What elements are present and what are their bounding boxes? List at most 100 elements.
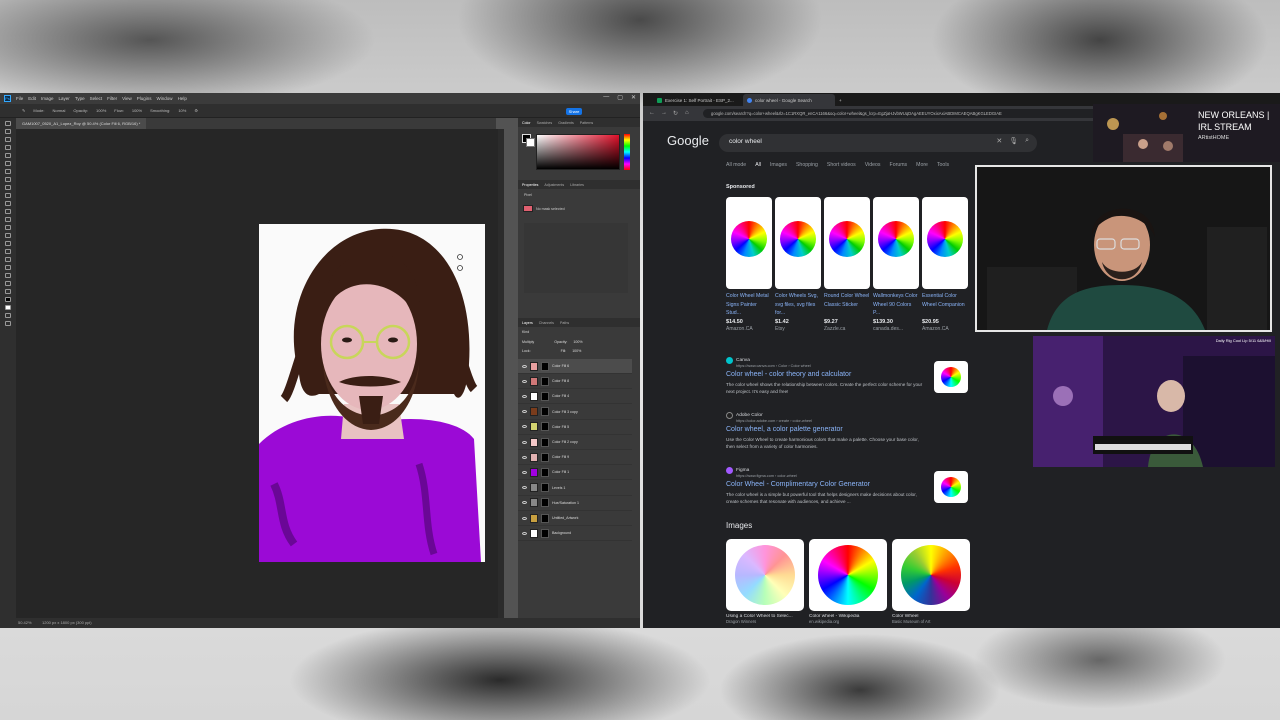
filter-forums[interactable]: Forums xyxy=(890,162,908,168)
layer-row[interactable]: Color Fill 2 copy xyxy=(518,435,632,450)
product-card[interactable]: Essential Color Wheel Companion $20.95 Ama… xyxy=(922,197,968,333)
url-input[interactable]: google.com/search?q=color+wheel&rlz=1C1R… xyxy=(703,109,1103,118)
result-title-link[interactable]: Color Wheel - Complimentary Color Genera… xyxy=(726,481,926,488)
layer-mask-thumbnail[interactable] xyxy=(541,498,549,508)
menu-window[interactable]: Window xyxy=(157,96,173,101)
menu-plugins[interactable]: Plugins xyxy=(137,96,152,101)
filter-tools[interactable]: Tools xyxy=(937,162,949,168)
filter-shopping[interactable]: Shopping xyxy=(796,162,818,168)
visibility-eye-icon[interactable] xyxy=(522,440,527,444)
minimize-button[interactable]: — xyxy=(603,94,609,101)
tab-swatches[interactable]: Swatches xyxy=(537,121,553,125)
tab-google-search[interactable]: color wheel - Google Search xyxy=(743,94,835,106)
mode-select[interactable]: Normal xyxy=(52,108,65,113)
layer-row[interactable]: Levels 1 xyxy=(518,481,632,496)
result-title-link[interactable]: Color wheel - color theory and calculato… xyxy=(726,371,926,378)
screen-mode-icon[interactable] xyxy=(5,321,11,326)
menu-filter[interactable]: Filter xyxy=(107,96,117,101)
marquee-tool-icon[interactable] xyxy=(5,129,11,134)
history-brush-tool-icon[interactable] xyxy=(5,201,11,206)
stamp-tool-icon[interactable] xyxy=(5,193,11,198)
result-thumbnail[interactable] xyxy=(934,471,968,503)
layer-mask-thumbnail[interactable] xyxy=(541,407,549,417)
close-button[interactable]: ✕ xyxy=(631,94,636,101)
color-picker-field[interactable] xyxy=(536,134,620,170)
image-result[interactable]: Using a Color Wheel to Selec... Dragon W… xyxy=(726,539,804,624)
visibility-eye-icon[interactable] xyxy=(522,379,527,383)
filter-short-videos[interactable]: Short videos xyxy=(827,162,856,168)
flow-input[interactable]: 100% xyxy=(132,108,142,113)
layer-row[interactable]: Color Fill 6 xyxy=(518,359,632,374)
visibility-eye-icon[interactable] xyxy=(522,364,527,368)
tab-libraries[interactable]: Libraries xyxy=(570,183,584,187)
layer-mask-thumbnail[interactable] xyxy=(541,376,549,386)
quick-mask-icon[interactable] xyxy=(5,313,11,318)
hue-slider[interactable] xyxy=(624,134,630,170)
brush-tool-icon[interactable] xyxy=(5,185,11,190)
layer-mask-thumbnail[interactable] xyxy=(541,391,549,401)
new-tab-button[interactable]: + xyxy=(835,94,846,106)
blend-mode-select[interactable]: Multiply xyxy=(522,340,534,347)
photoshop-logo-icon[interactable]: Ps xyxy=(4,95,11,102)
zoom-level[interactable]: 50.42% xyxy=(18,620,32,625)
layer-row[interactable]: Color Fill 8 xyxy=(518,374,632,390)
share-button[interactable]: Share xyxy=(566,108,582,115)
layer-mask-thumbnail[interactable] xyxy=(541,513,549,523)
product-title[interactable]: Round Color Wheel Classic Sticker xyxy=(824,292,870,318)
smoothing-input[interactable]: 10% xyxy=(178,108,186,113)
background-swatch[interactable] xyxy=(526,138,535,147)
microphone-icon[interactable]: 🎙 xyxy=(1009,137,1018,145)
result-figma[interactable]: Figma https://www.figma.com › color-whee… xyxy=(726,467,926,505)
visibility-eye-icon[interactable] xyxy=(522,501,527,505)
healing-tool-icon[interactable] xyxy=(5,177,11,182)
layer-mask-thumbnail[interactable] xyxy=(541,437,549,447)
result-adobe[interactable]: Adobe Color https://color.adobe.com › cr… xyxy=(726,412,926,450)
layer-fill-input[interactable]: 100% xyxy=(572,349,581,356)
product-title[interactable]: Color Wheels Svg, svg files, svg files f… xyxy=(775,292,821,318)
move-tool-icon[interactable] xyxy=(5,121,11,126)
image-result[interactable]: Color wheel - Wikipedia en.wikipedia.org xyxy=(809,539,887,624)
product-card[interactable]: Color Wheel Metal Signs Painter Stud... $… xyxy=(726,197,772,333)
tab-properties[interactable]: Properties xyxy=(522,183,538,187)
menu-file[interactable]: File xyxy=(16,96,23,101)
menu-type[interactable]: Type xyxy=(75,96,85,101)
layer-mask-thumbnail[interactable] xyxy=(541,361,549,371)
visibility-eye-icon[interactable] xyxy=(522,486,527,490)
layer-row[interactable]: Untitled_Artwork xyxy=(518,511,632,526)
filter-videos[interactable]: Videos xyxy=(865,162,881,168)
eraser-tool-icon[interactable] xyxy=(5,209,11,214)
crop-tool-icon[interactable] xyxy=(5,153,11,158)
tab-channels[interactable]: Channels xyxy=(539,321,554,325)
home-icon[interactable]: ⌂ xyxy=(685,110,689,116)
tab-exercise[interactable]: Exercise 1: Self Portrait - ESP_2... xyxy=(653,94,743,106)
tab-paths[interactable]: Paths xyxy=(560,321,569,325)
brush-icon[interactable]: ✎ xyxy=(22,108,25,113)
image-result[interactable]: Color Wheel Basic Museum of Art xyxy=(892,539,970,624)
dodge-tool-icon[interactable] xyxy=(5,233,11,238)
tab-layers[interactable]: Layers xyxy=(522,321,533,325)
layer-row[interactable]: Color Fill 3 copy xyxy=(518,405,632,420)
layer-kind-filter[interactable]: Kind xyxy=(522,330,529,337)
layer-mask-thumbnail[interactable] xyxy=(541,452,549,462)
search-box[interactable]: color wheel ✕ 🎙 ⌕ xyxy=(719,134,1037,152)
layer-opacity-input[interactable]: 100% xyxy=(573,340,582,347)
filter-images[interactable]: Images xyxy=(770,162,787,168)
layer-row[interactable]: Color Fill 9 xyxy=(518,450,632,466)
type-tool-icon[interactable] xyxy=(5,249,11,254)
product-title[interactable]: Essential Color Wheel Companion xyxy=(922,292,968,318)
blur-tool-icon[interactable] xyxy=(5,225,11,230)
visibility-eye-icon[interactable] xyxy=(522,394,527,398)
gradient-tool-icon[interactable] xyxy=(5,217,11,222)
layer-mask-thumbnail[interactable] xyxy=(541,483,549,493)
layer-row[interactable]: Color Fill 1 xyxy=(518,465,632,481)
product-card[interactable]: Round Color Wheel Classic Sticker $9.27 Za… xyxy=(824,197,870,333)
filter-all[interactable]: All xyxy=(755,162,761,168)
visibility-eye-icon[interactable] xyxy=(522,516,527,520)
menu-edit[interactable]: Edit xyxy=(28,96,36,101)
more-tools-icon[interactable] xyxy=(5,289,11,294)
maximize-button[interactable]: ▢ xyxy=(617,94,623,101)
product-title[interactable]: Wallmonkeys Color Wheel 90 Colors P... xyxy=(873,292,919,318)
product-card[interactable]: Wallmonkeys Color Wheel 90 Colors P... $1… xyxy=(873,197,919,333)
back-icon[interactable]: ← xyxy=(649,110,655,116)
layer-mask-thumbnail[interactable] xyxy=(541,467,549,477)
